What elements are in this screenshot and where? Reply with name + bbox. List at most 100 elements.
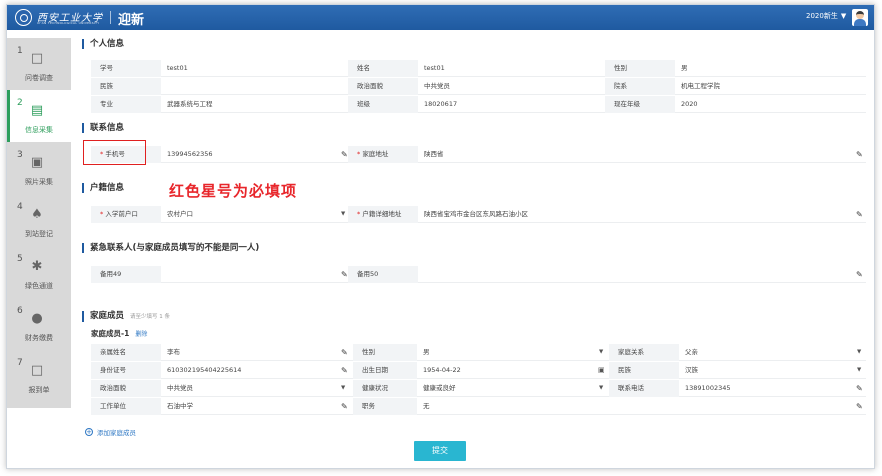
family-title: 家庭成员 bbox=[90, 311, 125, 321]
section-title-personal: 个人信息 bbox=[82, 39, 124, 49]
edit-icon[interactable]: ✎ bbox=[856, 380, 863, 397]
sidebar-item-info-collect[interactable]: 2 ▤ 信息采集 bbox=[7, 90, 71, 142]
table-row: 学号 test01 姓名 test01 性别 男 bbox=[91, 60, 866, 77]
political-select[interactable]: 中共党员 bbox=[161, 380, 336, 397]
field-label: 性别 bbox=[605, 60, 675, 77]
section-title-emergency: 紧急联系人(与家庭成员填写的不能是同一人) bbox=[82, 243, 259, 253]
step-number: 7 bbox=[17, 358, 23, 368]
relative-gender-select[interactable]: 男 bbox=[417, 344, 597, 361]
edit-icon[interactable]: ✎ bbox=[856, 266, 863, 283]
household-type-select[interactable]: 农村户口 bbox=[161, 206, 336, 223]
field-label: 家庭地址 bbox=[348, 146, 418, 163]
clipboard-icon: □ bbox=[30, 51, 44, 66]
field-label: 家庭关系 bbox=[609, 344, 679, 361]
ethnicity-select[interactable]: 汉族 bbox=[679, 362, 854, 379]
household-detail-input[interactable]: 陕西省宝鸡市金台区东风路石油小区 bbox=[418, 206, 848, 223]
main-content: 个人信息 学号 test01 姓名 test01 性别 男 民族 政治面貌 中共… bbox=[71, 30, 874, 468]
sidebar-item-photo[interactable]: 3 ▣ 照片采集 bbox=[7, 142, 71, 194]
edit-icon[interactable]: ✎ bbox=[856, 146, 863, 163]
field-label: 学号 bbox=[91, 60, 161, 77]
sidebar-item-label: 到站登记 bbox=[25, 230, 53, 238]
idcard-input[interactable]: 610302195404225614 bbox=[161, 362, 341, 379]
field-label: 现在年级 bbox=[605, 96, 675, 113]
sidebar: 1 □ 问卷调查 2 ▤ 信息采集 3 ▣ 照片采集 4 ♠ 到站登记 5 ✱ … bbox=[7, 38, 71, 408]
field-value: 2020 bbox=[681, 100, 698, 108]
university-logo-icon bbox=[15, 9, 32, 26]
edit-icon[interactable]: ✎ bbox=[341, 266, 348, 283]
sidebar-item-report[interactable]: 7 □ 报到单 bbox=[7, 350, 71, 402]
sidebar-item-label: 绿色通道 bbox=[25, 282, 53, 290]
phone-input[interactable]: 13994562356 bbox=[161, 146, 341, 163]
field-label: 院系 bbox=[605, 78, 675, 95]
required-annotation: 红色星号为必填项 bbox=[169, 182, 298, 200]
plus-circle-icon: + bbox=[85, 428, 93, 436]
step-number: 3 bbox=[17, 150, 23, 160]
add-family-member-button[interactable]: + 添加家庭成员 bbox=[85, 427, 136, 437]
field-label: 亲属姓名 bbox=[91, 344, 161, 361]
table-row: 工作单位 石油中学 ✎ 职务 无 ✎ bbox=[91, 398, 866, 415]
edit-icon[interactable]: ✎ bbox=[341, 398, 348, 415]
field-value: 机电工程学院 bbox=[681, 82, 720, 90]
edit-icon[interactable]: ✎ bbox=[341, 344, 348, 361]
avatar[interactable] bbox=[852, 9, 868, 26]
calendar-icon[interactable]: ▣ bbox=[598, 362, 605, 379]
clipboard-icon: □ bbox=[30, 363, 44, 378]
field-label: 班级 bbox=[348, 96, 418, 113]
backup49-input[interactable] bbox=[161, 266, 341, 283]
relative-name-input[interactable]: 李布 bbox=[161, 344, 341, 361]
field-label: 工作单位 bbox=[91, 398, 161, 415]
step-number: 6 bbox=[17, 306, 23, 316]
sidebar-item-arrival[interactable]: 4 ♠ 到站登记 bbox=[7, 194, 71, 246]
sidebar-item-label: 照片采集 bbox=[25, 178, 53, 186]
caret-down-icon: ▼ bbox=[599, 349, 604, 355]
delete-member-link[interactable]: 删除 bbox=[135, 331, 147, 338]
edit-icon[interactable]: ✎ bbox=[856, 398, 863, 415]
field-label: 备用50 bbox=[348, 266, 418, 283]
caret-down-icon: ▼ bbox=[599, 385, 604, 391]
field-label: 专业 bbox=[91, 96, 161, 113]
sidebar-item-survey[interactable]: 1 □ 问卷调查 bbox=[7, 38, 71, 90]
section-title-contact: 联系信息 bbox=[82, 123, 124, 133]
field-value bbox=[161, 78, 346, 95]
field-value: 男 bbox=[681, 64, 688, 72]
edit-icon[interactable]: ✎ bbox=[856, 206, 863, 223]
field-label: 姓名 bbox=[348, 60, 418, 77]
photo-icon: ▣ bbox=[30, 155, 44, 170]
backup50-input[interactable] bbox=[418, 266, 848, 283]
user-dropdown[interactable]: 2020新生 ▼ bbox=[806, 11, 846, 21]
relative-phone-input[interactable]: 13891002345 bbox=[679, 380, 854, 397]
field-label: 户籍详细地址 bbox=[348, 206, 418, 223]
money-icon: ● bbox=[31, 311, 43, 326]
walk-icon: ✱ bbox=[31, 259, 43, 274]
sidebar-item-label: 报到单 bbox=[28, 386, 50, 394]
edit-icon[interactable]: ✎ bbox=[341, 362, 348, 379]
field-value: test01 bbox=[167, 64, 188, 72]
health-select[interactable]: 健康或良好 bbox=[417, 380, 597, 397]
field-label: 出生日期 bbox=[353, 362, 417, 379]
table-row: 民族 政治面貌 中共党员 院系 机电工程学院 bbox=[91, 78, 866, 95]
step-number: 1 bbox=[17, 46, 23, 56]
sidebar-item-green-channel[interactable]: 5 ✱ 绿色通道 bbox=[7, 246, 71, 298]
relation-select[interactable]: 父亲 bbox=[679, 344, 854, 361]
sidebar-item-label: 问卷调查 bbox=[25, 74, 53, 82]
table-row: 手机号 13994562356 ✎ 家庭地址 陕西省 ✎ bbox=[91, 146, 866, 163]
field-label: 民族 bbox=[609, 362, 679, 379]
table-row: 政治面貌 中共党员 ▼ 健康状况 健康或良好 ▼ 联系电话 1389100234… bbox=[91, 380, 866, 397]
sidebar-item-payment[interactable]: 6 ● 财务缴费 bbox=[7, 298, 71, 350]
edit-icon[interactable]: ✎ bbox=[341, 146, 348, 163]
job-title-input[interactable]: 无 bbox=[417, 398, 854, 415]
field-label: 备用49 bbox=[91, 266, 161, 283]
address-input[interactable]: 陕西省 bbox=[418, 146, 848, 163]
submit-button[interactable]: 提交 bbox=[414, 441, 466, 461]
caret-down-icon: ▼ bbox=[341, 211, 346, 217]
family-note: 请至少填写 1 条 bbox=[130, 314, 171, 320]
workplace-input[interactable]: 石油中学 bbox=[161, 398, 341, 415]
field-label: 入学前户口 bbox=[91, 206, 161, 223]
app-title: 迎新 bbox=[118, 13, 145, 28]
member-title: 家庭成员-1 删除 bbox=[91, 328, 147, 339]
birth-date-input[interactable]: 1954-04-22 bbox=[417, 362, 597, 379]
logo-divider bbox=[110, 11, 111, 24]
table-row: 入学前户口 农村户口 ▼ 户籍详细地址 陕西省宝鸡市金台区东风路石油小区 ✎ bbox=[91, 206, 866, 223]
field-label: 政治面貌 bbox=[348, 78, 418, 95]
section-title-household: 户籍信息 bbox=[82, 183, 124, 193]
